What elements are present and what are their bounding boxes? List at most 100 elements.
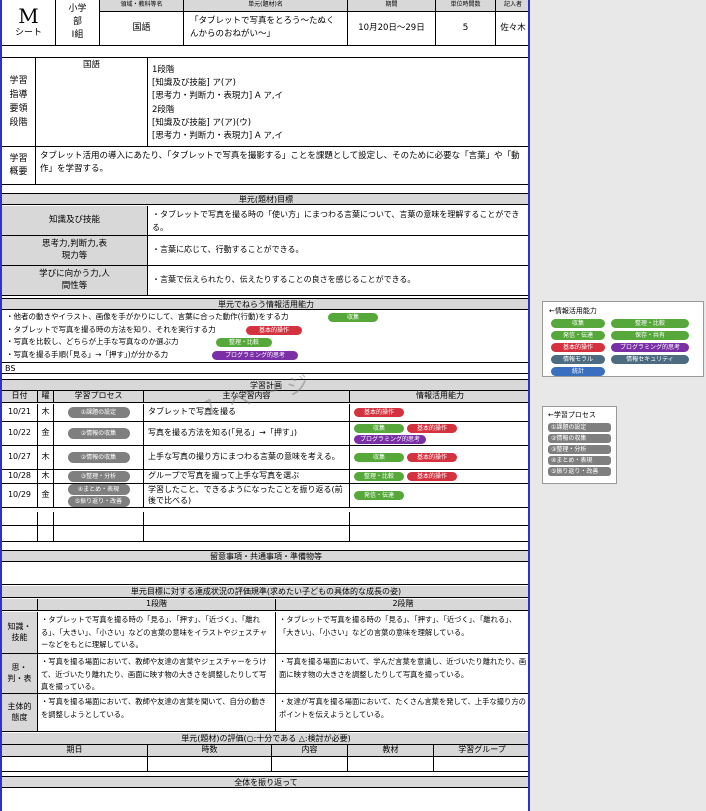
assessment-header: 期日 時数 内容 教材 学習グループ [2, 745, 528, 757]
plan-date: 10/28 [2, 470, 38, 483]
plan-content: グループで写真を撮って上手な写真を選ぶ [144, 470, 350, 483]
author-cell: 記入者 佐々木 [496, 0, 528, 45]
header-row: M シート 小学 部 Ⅰ組 領域・教科等名 国語 単元(題材)名 「タブレットで… [2, 0, 528, 46]
guidance-lines: 1段階 [知識及び技能] ア(ア) [思考力・判断力・表現力] A ア,イ 2段… [148, 58, 528, 146]
assessment-title: 単元(題材)の評価(○:十分である △:検討が必要) [2, 733, 528, 745]
process-tag: ⑤振り返り・改善 [67, 496, 130, 507]
ability-tag: 発信・伝達 [354, 491, 404, 500]
legend-info-tags: 収集 整理・比較 発信・伝達 保存・共有 基本的操作 プログラミング的思考 情報モラル 情報セ… [549, 319, 697, 376]
eval-stage1: ・写真を撮る場面において、教師や友達の言葉やジェスチャーをうけて、近づいたり離れ… [38, 654, 276, 693]
hours-cell: 単位時間数 5 [436, 0, 496, 45]
ability-tag: 収集 [354, 423, 404, 433]
aims-list: ・他者の動きやイラスト、画像を手がかりにして、言葉に合った動作(行動)をする力 収… [2, 311, 528, 362]
plan-day: 木 [38, 446, 54, 469]
plan-date: 10/22 [2, 422, 38, 445]
sheet-letter: M [18, 4, 39, 29]
aim-text: ・写真を比較し、どちらが上手な写真なのか選ぶ力 [6, 337, 179, 346]
school-line: Ⅰ組 [71, 30, 84, 40]
legend-ability-tag: 情報モラル [551, 355, 605, 364]
guidance-subject: 国語 [36, 58, 148, 146]
plan-empty-row [2, 512, 528, 526]
legend-info-title: ←情報活用能力 [549, 307, 597, 315]
plan-day: 金 [38, 422, 54, 445]
legend-ability-tag: 基本的操作 [551, 343, 605, 352]
goals-title: 単元(題材)目標 [2, 193, 528, 205]
guidance-line: [思考力・判断力・表現力] A ア,イ [152, 131, 284, 142]
goal-row: 知識及び技能 ・タブレットで写真を撮る時の「使い方」にまつわる言葉について、言葉… [2, 206, 528, 236]
plan-row: 10/22 金 ②情報の収集 写真を撮る方法を知る(「見る」→「押す」) 収集 基本的操作… [2, 422, 528, 446]
aim-text: ・タブレットで写真を撮る時の方法を知り、それを実行する力 [6, 324, 216, 334]
plan-col-ability: 情報活用能力 [416, 391, 464, 401]
legend-process-item: ④まとめ・表現 [548, 456, 611, 465]
period-cell: 期間 10月20日～29日 [348, 0, 436, 45]
process-tag: ②情報の収集 [67, 452, 130, 463]
evaluation-row: 主体的態度 ・写真を撮る場面において、教師や友達の言葉を聞いて、自分の動きを調整し… [2, 694, 528, 732]
legend-process-item: ③整理・分析 [548, 445, 611, 454]
guidance-line: 2段階 [152, 104, 175, 115]
plan-date: 10/21 [2, 404, 38, 421]
plan-process: ①課題の設定 [54, 404, 144, 421]
eval-label: 思・判・表 [2, 654, 38, 693]
reflection-body [2, 789, 528, 811]
unit-cell: 単元(題材)名 「タブレットで写真をとろう～たぬくんからのおねがい～」 [184, 0, 348, 45]
legend-info-box: ←情報活用能力 収集 整理・比較 発信・伝達 保存・共有 基本的操作 プログラミング的思考… [542, 301, 704, 377]
assess-col: 時数 [148, 745, 272, 756]
legend-process-item: ②情報の収集 [548, 434, 611, 443]
ability-tag: 整理・比較 [354, 472, 404, 481]
bs-row: BS [2, 362, 528, 374]
legend-process-item: ⑤振り返り・改善 [548, 467, 611, 476]
sheet-label: シート [14, 28, 42, 39]
plan-col-process: 学習プロセス [54, 391, 144, 402]
process-tag: ②情報の収集 [67, 428, 130, 439]
plan-process: ②情報の収集 [54, 422, 144, 445]
legend-ability-tag: 収集 [551, 319, 605, 328]
aim-item: ・写真を撮る手順(「見る」→「押す」)が分かる力 プログラミング的思考 [6, 349, 528, 362]
process-tag: ③整理・分析 [67, 471, 130, 482]
assess-col: 期日 [2, 745, 148, 756]
legend-ability-tag: プログラミング的思考 [611, 343, 689, 352]
legend-ability-tag: 整理・比較 [611, 319, 689, 328]
plan-day: 金 [38, 484, 54, 507]
overview-label: 学習概要 [2, 147, 36, 184]
plan-abilities: 収集 基本的操作 [350, 446, 528, 469]
assess-col: 学習グループ [458, 745, 506, 755]
plan-col-date: 日付 [2, 391, 38, 402]
legend-process-items: ①課題の設定 ②情報の収集 ③整理・分析 ④まとめ・表現 ⑤振り返り・改善 [548, 423, 611, 476]
plan-abilities: 発信・伝達 [350, 484, 528, 507]
plan-content: 上手な写真の撮り方にまつわる言葉の意味を考える。 [144, 446, 350, 469]
period-label: 期間 [348, 0, 435, 12]
guidance-label: 学習指導要領段階 [2, 58, 36, 146]
plan-content: 学習したこと、できるようになったことを振り返る(前後で比べる) [144, 484, 350, 507]
plan-process: ④まとめ・表現 ⑤振り返り・改善 [54, 484, 144, 507]
goal-label: 思考力,判断力,表現力等 [2, 236, 148, 265]
notes-body [2, 563, 528, 585]
plan-abilities: 収集 基本的操作 プログラミング的思考 [350, 422, 528, 445]
plan-row: 10/29 金 ④まとめ・表現 ⑤振り返り・改善 学習したこと、できるようになったことを… [2, 484, 528, 508]
evaluation-row: 思・判・表 ・写真を撮る場面において、教師や友達の言葉やジェスチャーをうけて、近づ… [2, 654, 528, 694]
sheet-id: M シート [2, 0, 56, 45]
plan-day: 木 [38, 404, 54, 421]
school-line: 部 [72, 17, 82, 27]
eval-stage1: ・タブレットで写真を撮る時の「見る」、「押す」、「近づく」、「離れる」、「大きい… [38, 612, 276, 653]
aim-item: ・他者の動きやイラスト、画像を手がかりにして、言葉に合った動作(行動)をする力 収… [6, 311, 528, 324]
hours-value: 5 [462, 23, 469, 34]
author-value: 佐々木 [500, 22, 526, 33]
aim-tag: プログラミング的思考 [212, 350, 298, 360]
legend-ability-tag: 保存・共有 [611, 331, 689, 340]
goal-text: ・言葉に応じて、行動することができる。 [152, 245, 304, 254]
plan-abilities: 基本的操作 [350, 404, 528, 421]
assessment-row [2, 757, 528, 772]
plan-date: 10/27 [2, 446, 38, 469]
goal-text: ・タブレットで写真を撮る時の「使い方」にまつわる言葉について、言葉の意味を理解す… [152, 210, 520, 232]
eval-stage2: ・タブレットで写真を撮る時の「見る」、「押す」、「近づく」、「離れる」、「大きい… [279, 615, 517, 637]
goal-row: 思考力,判断力,表現力等 ・言葉に応じて、行動することができる。 [2, 236, 528, 266]
ability-tag: 基本的操作 [407, 453, 457, 462]
goal-text: ・言葉で伝えられたり、伝えたりすることの良さを感じることができる。 [152, 275, 416, 284]
guidance-line: [知識及び技能] ア(ア)(ウ) [152, 117, 252, 128]
plan-row: 10/27 木 ②情報の収集 上手な写真の撮り方にまつわる言葉の意味を考える。 収集 基本… [2, 446, 528, 470]
legend-ability-tag: 統計 [551, 367, 605, 376]
author-label: 記入者 [496, 0, 528, 12]
guidance-row: 学習指導要領段階 国語 1段階 [知識及び技能] ア(ア) [思考力・判断力・表… [2, 57, 528, 147]
aim-tag: 収集 [328, 313, 378, 322]
plan-row: 10/28 木 ③整理・分析 グループで写真を撮って上手な写真を選ぶ 整理・比較 基本的操… [2, 470, 528, 484]
